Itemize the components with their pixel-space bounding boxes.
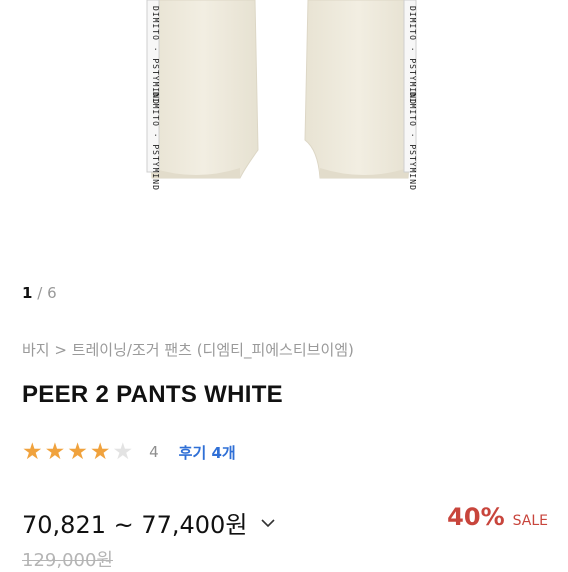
tape-text-left-2: DIMITO · PSTYMIND [151,92,160,191]
rating-value: 4 [149,443,159,461]
original-price: 129,000원 [22,550,113,571]
reviews-link[interactable]: 후기 4개 [179,442,236,463]
rating-stars: ★ ★ ★ ★ ★ [22,440,135,464]
tape-text-right-2: DIMITO · PSTYMIND [408,92,417,191]
sale-label: SALE [512,513,548,529]
star-icon: ★ [22,439,43,465]
rating-row: ★ ★ ★ ★ ★ 4 후기 4개 [22,440,236,464]
tape-text-right: DIMITO · PSTYMIND [408,6,417,105]
star-icon: ★ [112,439,134,465]
price-row: 70,821 ~ 77,400원 [22,505,277,540]
image-counter: 1 / 6 [22,284,57,302]
star-icon: ★ [44,439,66,465]
discount-badge: 40% SALE [447,503,548,531]
tape-text-left: DIMITO · PSTYMIND [151,6,160,105]
product-image[interactable]: DIMITO · PSTYMIND DIMITO · PSTYMIND DIMI… [0,0,568,260]
image-counter-total: 6 [47,284,57,302]
chevron-down-icon[interactable] [259,514,277,532]
price-range: 70,821 ~ 77,400원 [22,511,248,539]
star-icon: ★ [67,439,88,465]
pants-illustration: DIMITO · PSTYMIND DIMITO · PSTYMIND DIMI… [146,0,417,191]
discount-percent: 40% [447,503,505,531]
star-icon: ★ [89,439,111,465]
image-counter-separator: / [37,284,43,302]
product-title: PEER 2 PANTS WHITE [22,381,283,408]
breadcrumb[interactable]: 바지 > 트레이닝/조거 팬츠 (디엠티_피에스티브이엠) [22,339,354,360]
image-counter-current: 1 [22,284,33,302]
